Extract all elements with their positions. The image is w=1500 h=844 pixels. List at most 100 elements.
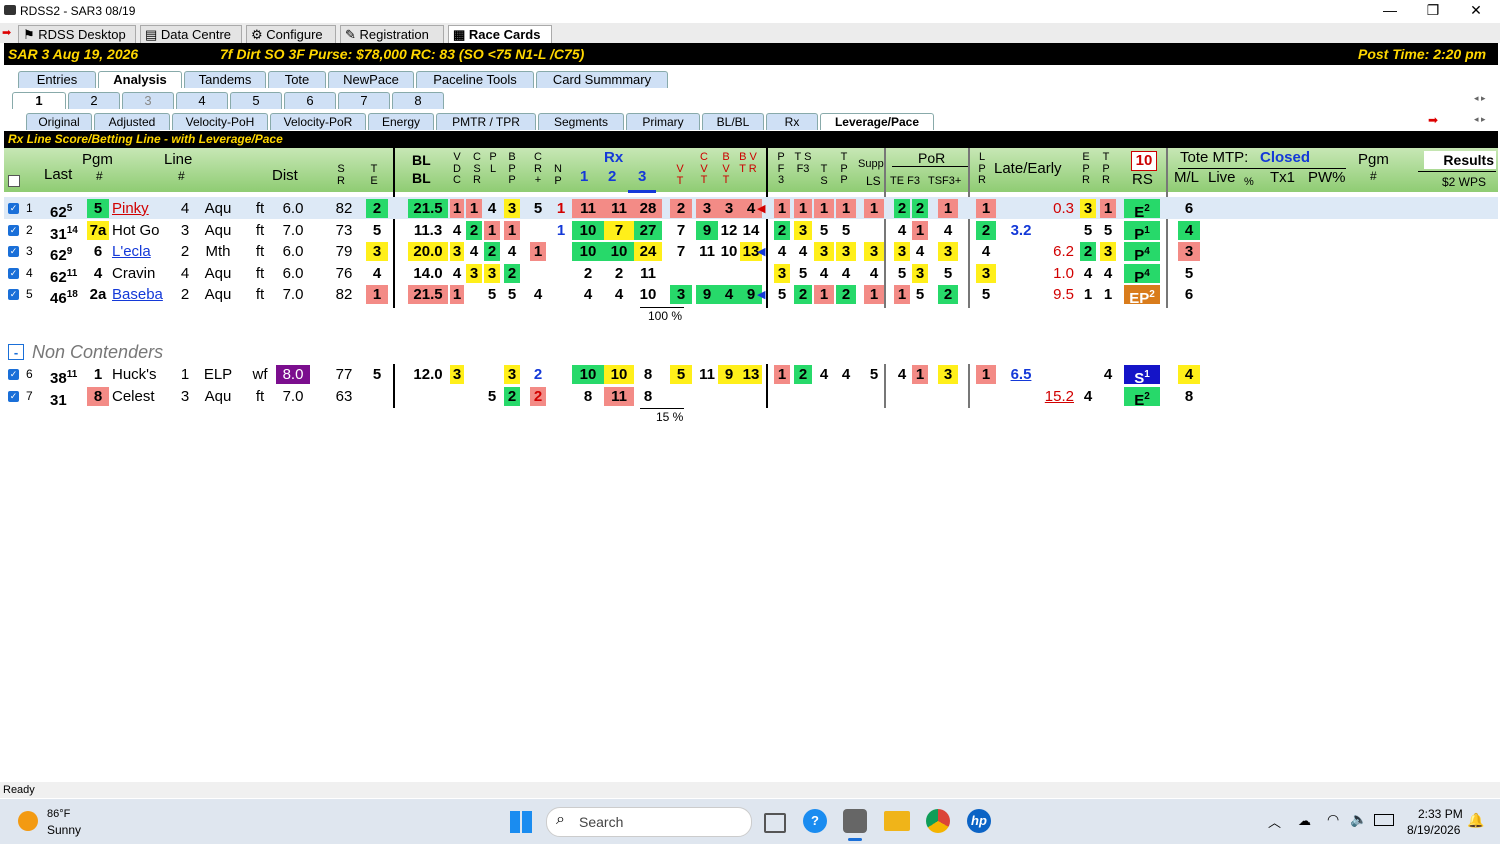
header-pgm-hash: # [96,169,103,183]
cell-name[interactable]: Baseba [112,285,172,304]
row-checkbox[interactable]: ✓ [8,225,19,236]
weather-temp[interactable]: 86°F [47,808,70,820]
race-tab-6[interactable]: 6 [284,92,336,109]
race-tab-5[interactable]: 5 [230,92,282,109]
scroll-arrows-icon[interactable]: ◂ ▸ [1474,93,1486,104]
cell-lpr: 5 [981,286,991,303]
table-row[interactable]: ✓ 4 6211 4 Cravin 4 Aqu ft 6.0 76 4 14.0 4 3 3 2 2 2 11 3 5 4… [4,263,1498,286]
help-icon[interactable]: ? [803,809,827,833]
race-tab-3[interactable]: 3 [122,92,174,109]
cell-name[interactable]: L'ecla [112,242,172,261]
tab-tandems[interactable]: Tandems [184,71,266,88]
tab-energy[interactable]: Energy [368,113,434,130]
results-button[interactable]: Results [1424,151,1496,169]
race-tab-7[interactable]: 7 [338,92,390,109]
table-row[interactable]: ✓ 5 4618 2a Baseba 2 Aqu ft 7.0 82 1 21.5 1 5 5 4 4 4 10 3 9… [4,284,1498,307]
cell-name[interactable]: Huck's [112,365,172,384]
tab-card-summary[interactable]: Card Summmary [536,71,668,88]
row-checkbox[interactable]: ✓ [8,268,19,279]
table-row[interactable]: ✓ 6 3811 1 Huck's 1 ELP wf 8.0 77 5 12.0 3 3 2 10 10 8 5 11… [4,364,1498,387]
tab-pmtr-tpr[interactable]: PMTR / TPR [436,113,536,130]
row-checkbox[interactable]: ✓ [8,246,19,257]
tab-race-cards[interactable]: ▦ Race Cards [448,25,552,43]
table-row[interactable]: ✓ 7 31 8 Celest 3 Aqu ft 7.0 63 5 2 2 8 11 8 15.2 4 E2 8 [4,386,1498,409]
tab-bl-bl[interactable]: BL/BL [702,113,764,130]
row-checkbox[interactable]: ✓ [8,203,19,214]
windows-start-icon[interactable] [510,811,532,833]
export-icon[interactable]: ➡ [1428,113,1438,127]
header-tpr: T P R [1102,151,1110,186]
cell-pl: 5 [487,286,497,303]
wifi-icon[interactable]: ◠ [1327,811,1339,828]
tab-rdss-desktop[interactable]: ⚑ RDSS Desktop [18,25,136,43]
header-pgm2-hash: # [1370,169,1377,183]
tab-analysis[interactable]: Analysis [98,71,182,88]
notification-icon[interactable]: 🔔 [1467,812,1484,829]
header-tote-mtp: Tote MTP: [1180,149,1249,166]
clock-time[interactable]: 2:33 PM [1418,807,1463,821]
cell-csr: 3 [466,264,482,283]
cell-name[interactable]: Pinky [112,199,172,218]
task-view-icon[interactable] [764,813,786,833]
maximize-button[interactable]: ❐ [1411,0,1455,22]
tab-paceline-tools[interactable]: Paceline Tools [416,71,534,88]
file-explorer-icon[interactable] [884,811,910,831]
chrome-icon[interactable] [926,809,950,833]
volume-icon[interactable]: 🔈 [1350,811,1367,828]
tab-tote[interactable]: Tote [268,71,326,88]
last-value: 31 [50,392,67,409]
tab-velocity-por[interactable]: Velocity-PoR [270,113,366,130]
cell-name[interactable]: Hot Go [112,221,172,240]
header-np: N P [554,163,562,187]
tab-newpace[interactable]: NewPace [328,71,414,88]
race-tab-8[interactable]: 8 [392,92,444,109]
tab-original[interactable]: Original [26,113,92,130]
taskbar-search[interactable]: ⌕ Search [546,807,752,837]
table-row[interactable]: ✓ 1 625 5 Pinky 4 Aqu ft 6.0 82 2 21.5 1 1 4 3 5 1 11 11 28 2… [4,198,1498,221]
tab-velocity-poh[interactable]: Velocity-PoH [172,113,268,130]
chevron-up-icon[interactable]: ︿ [1268,812,1281,831]
non-contenders-label: Non Contenders [32,342,164,362]
tab-rx[interactable]: Rx [766,113,818,130]
battery-icon[interactable] [1374,814,1394,826]
cell-cvt [696,387,718,406]
sun-icon[interactable] [18,811,38,831]
race-tab-4[interactable]: 4 [176,92,228,109]
race-tab-1[interactable]: 1 [12,92,66,109]
tab-segments[interactable]: Segments [538,113,624,130]
header-por: PoR [918,150,946,166]
hp-icon[interactable]: hp [967,809,991,833]
row-checkbox[interactable]: ✓ [8,369,19,380]
clock-date[interactable]: 8/19/2026 [1407,823,1460,837]
close-button[interactable]: ✕ [1454,0,1498,22]
tab-data-centre[interactable]: ▤ Data Centre [140,25,242,43]
tab-leverage-pace[interactable]: Leverage/Pace [820,113,934,130]
cell-rs: S1 [1124,365,1160,387]
tab-configure[interactable]: ⚙ Configure [246,25,336,43]
row-checkbox[interactable]: ✓ [8,289,19,300]
minimize-button[interactable]: — [1368,0,1412,22]
cell-ml: 6 [1184,286,1194,303]
select-all-checkbox[interactable] [8,175,20,187]
cell-bpp: 4 [507,243,517,260]
table-row[interactable]: ✓ 2 3114 7a Hot Go 3 Aqu ft 7.0 73 5 11.3 4 2 1 1 1 10 7 27… [4,220,1498,243]
race-tab-2[interactable]: 2 [68,92,120,109]
cell-name[interactable]: Cravin [112,264,172,283]
onedrive-icon[interactable]: ☁ [1298,813,1311,829]
tab-entries[interactable]: Entries [18,71,96,88]
cell-pgm: 5 [87,199,109,218]
cell-te [366,387,388,406]
tab-adjusted[interactable]: Adjusted [94,113,170,130]
rdss-app-icon[interactable] [843,809,867,833]
cell-name[interactable]: Celest [112,387,172,406]
cell-trk: Aqu [204,265,232,282]
row-number: 2 [26,223,33,237]
row-checkbox[interactable]: ✓ [8,391,19,402]
tab-registration[interactable]: ✎ Registration [340,25,444,43]
tab-primary[interactable]: Primary [626,113,700,130]
weather-desc[interactable]: Sunny [47,823,81,837]
table-row[interactable]: ✓ 3 629 6 L'ecla 2 Mth ft 6.0 79 3 20.0 3 4 2 4 1 10 10 24 7… [4,241,1498,264]
scroll-arrows-icon-2[interactable]: ◂ ▸ [1474,114,1486,125]
collapse-non-contenders-button[interactable]: - [8,344,24,360]
header-vdc: V D C [453,151,461,186]
